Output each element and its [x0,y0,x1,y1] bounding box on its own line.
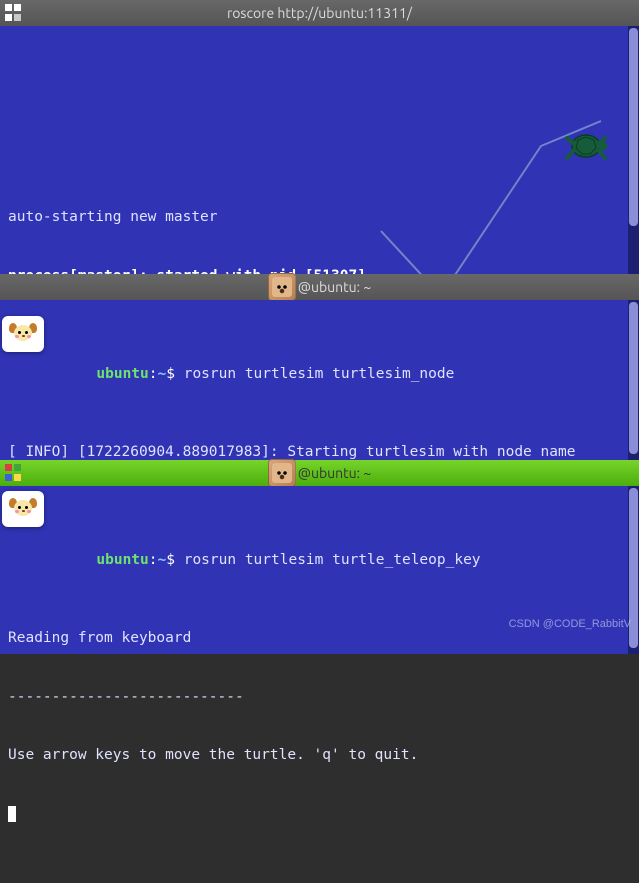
app-grid-icon [4,463,24,483]
scrollbar[interactable] [628,26,639,274]
terminal-roscore[interactable]: auto-starting new master process[master]… [0,26,639,274]
titlebar-term2[interactable]: @ubuntu: ~ [0,274,639,300]
window-roscore: roscore http://ubuntu:11311/ auto-starti… [0,0,639,274]
dog-sticker-icon [2,491,44,527]
cursor [8,806,16,822]
watermark-text: CSDN @CODE_RabbitV [509,618,631,630]
log-line: --------------------------- [8,688,631,708]
cat-avatar-icon [268,273,296,301]
window-title: @ubuntu: ~ [298,279,371,295]
scrollbar[interactable] [628,300,639,460]
terminal-turtlesim-node[interactable]: ubuntu:~$ rosrun turtlesim turtlesim_nod… [0,300,639,460]
command-text: rosrun turtlesim turtle_teleop_key [184,552,481,568]
window-turtlesim-node: @ubuntu: ~ ubuntu:~$ rosrun turtlesim tu… [0,274,639,460]
window-title: roscore http://ubuntu:11311/ [227,5,412,21]
window-title: @ubuntu: ~ [298,465,371,481]
log-line: Use arrow keys to move the turtle. 'q' t… [8,746,631,766]
scrollbar-thumb[interactable] [629,302,638,454]
command-text: rosrun turtlesim turtlesim_node [184,366,455,382]
log-line: Reading from keyboard [8,629,631,649]
cat-avatar-icon [268,459,296,487]
prompt-line: ubuntu:~$ rosrun turtlesim turtle_teleop… [8,531,631,590]
app-grid-icon [4,3,24,23]
prompt-line: ubuntu:~$ rosrun turtlesim turtlesim_nod… [8,345,631,404]
dog-sticker-icon [2,316,44,352]
titlebar-term3-active[interactable]: @ubuntu: ~ [0,460,639,486]
titlebar-roscore[interactable]: roscore http://ubuntu:11311/ [0,0,639,26]
scrollbar-thumb[interactable] [629,28,638,226]
